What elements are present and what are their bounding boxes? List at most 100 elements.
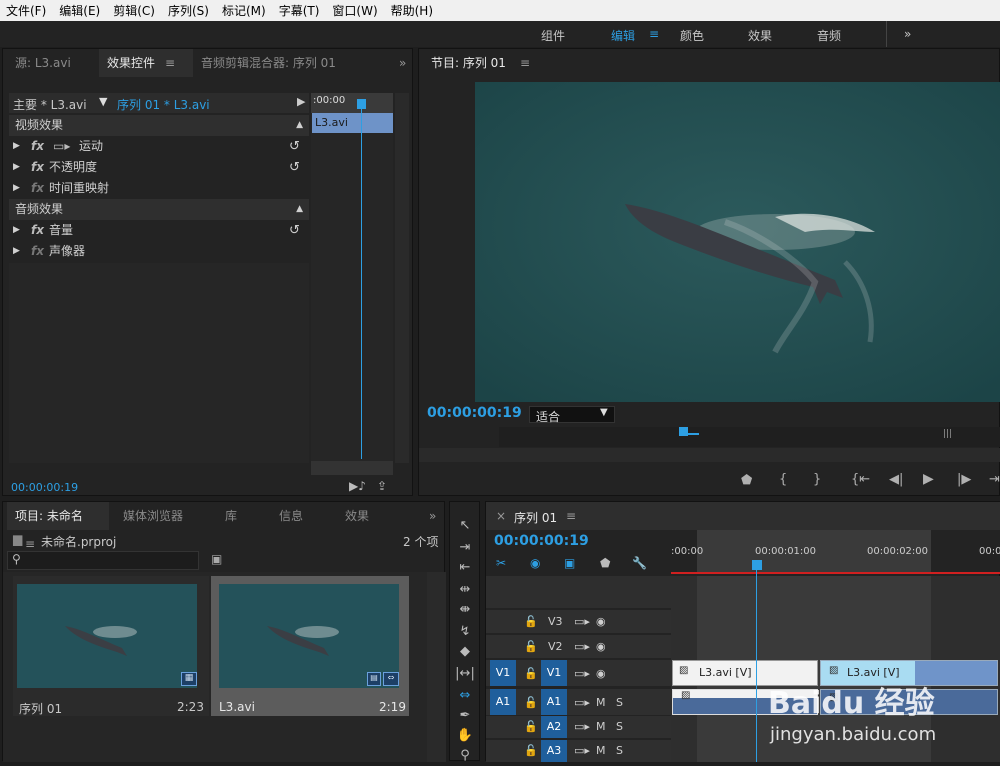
panel-more-icon[interactable]: » xyxy=(429,502,436,530)
effect-row-volume[interactable]: ▶ fx 音量 ↺ xyxy=(9,220,309,241)
program-timecode[interactable]: 00:00:00:19 xyxy=(427,405,522,421)
menu-item[interactable]: 编辑(E) xyxy=(59,2,100,19)
menu-item[interactable]: 窗口(W) xyxy=(332,2,377,19)
mute-button[interactable]: M xyxy=(596,744,606,757)
tab-info[interactable]: 信息 xyxy=(271,502,311,530)
rolling-edit-tool-icon[interactable]: ⇹ xyxy=(447,580,483,600)
menu-icon[interactable]: ≡ xyxy=(566,509,576,523)
timeline-title[interactable]: 序列 01 xyxy=(514,509,557,526)
effect-controls-timecode[interactable]: 00:00:00:19 xyxy=(11,481,78,494)
timeline-playhead-icon[interactable] xyxy=(752,560,762,570)
sync-icon[interactable]: ▭▸ xyxy=(574,615,590,628)
zoom-scrollbar[interactable] xyxy=(419,448,1000,462)
eye-icon[interactable]: ◉ xyxy=(596,615,606,628)
expand-right-icon[interactable]: ▶ xyxy=(297,95,305,108)
go-to-in-icon[interactable]: {⇤ xyxy=(851,472,870,487)
audio-effects-section[interactable]: 音频效果 ▲ xyxy=(9,199,309,220)
timeline-ruler[interactable]: :00:00 00:00:01:00 00:00:02:00 00:0 xyxy=(671,530,1000,574)
master-clip-label[interactable]: 主要 * L3.avi xyxy=(13,96,87,113)
lock-icon[interactable]: 🔓 xyxy=(524,720,538,733)
menu-item[interactable]: 帮助(H) xyxy=(391,2,433,19)
solo-button[interactable]: S xyxy=(616,744,623,757)
tab-libraries[interactable]: 库 xyxy=(217,502,245,530)
reset-icon[interactable]: ↺ xyxy=(289,136,300,157)
export-icon[interactable]: ⇪ xyxy=(377,479,387,493)
sync-icon[interactable]: ▭▸ xyxy=(574,667,590,680)
close-icon[interactable]: × xyxy=(496,509,506,523)
mute-button[interactable]: M xyxy=(596,720,606,733)
add-marker-icon[interactable]: ▣ xyxy=(564,556,575,570)
effect-row-opacity[interactable]: ▶ fx 不透明度 ↺ xyxy=(9,157,309,178)
track-label[interactable]: V3 xyxy=(548,615,563,628)
slip-tool-icon[interactable]: ↯ xyxy=(447,622,483,642)
track-select-tool-icon[interactable]: ⇥ xyxy=(447,538,483,558)
track-target-v1[interactable]: V1 xyxy=(541,660,567,686)
ripple-edit-tool-icon[interactable]: ⇤ xyxy=(447,558,483,578)
go-to-out-icon[interactable]: ⇥ xyxy=(989,472,1000,487)
tab-source[interactable]: 源: L3.avi xyxy=(7,49,79,77)
horizontal-scrollbar[interactable] xyxy=(311,461,393,475)
marker-icon[interactable]: ⬟ xyxy=(600,556,610,570)
tab-project[interactable]: 项目: 未命名≡ xyxy=(7,502,109,551)
timeline-timecode[interactable]: 00:00:00:19 xyxy=(494,533,589,549)
zoom-tool-icon[interactable]: ⚲ xyxy=(447,746,483,766)
workspace-color[interactable]: 颜色 xyxy=(680,27,704,44)
search-input[interactable]: ⚲ xyxy=(7,551,199,570)
track-target-a2[interactable]: A2 xyxy=(541,716,567,738)
lock-icon[interactable]: 🔓 xyxy=(524,667,538,680)
workspace-editing[interactable]: 编辑 xyxy=(611,27,635,44)
workspace-audio[interactable]: 音频 xyxy=(817,27,841,44)
mini-playhead-icon[interactable] xyxy=(357,99,366,109)
vertical-scrollbar[interactable] xyxy=(395,93,409,463)
mini-clip[interactable]: L3.avi xyxy=(312,113,393,133)
fit-dropdown[interactable]: 适合 ▼ xyxy=(529,406,615,424)
reset-icon[interactable]: ↺ xyxy=(289,157,300,178)
workspace-more-icon[interactable]: » xyxy=(904,27,911,41)
hand-tool-icon[interactable]: ✋ xyxy=(447,726,483,746)
mark-in-icon[interactable]: { xyxy=(779,472,787,487)
program-time-ruler[interactable]: ||| xyxy=(499,427,1000,447)
lock-icon[interactable]: 🔓 xyxy=(524,744,538,757)
slide-tool-icon[interactable]: |↔| xyxy=(447,664,483,684)
menu-item[interactable]: 序列(S) xyxy=(168,2,209,19)
lock-icon[interactable]: 🔓 xyxy=(524,615,538,628)
solo-button[interactable]: S xyxy=(616,696,623,709)
effect-row-motion[interactable]: ▶ fx ▭▸ 运动 ↺ xyxy=(9,136,309,157)
sequence-clip-label[interactable]: 序列 01 * L3.avi xyxy=(117,96,210,113)
tab-media-browser[interactable]: 媒体浏览器 xyxy=(115,502,191,530)
pen-tool-icon[interactable]: ✒ xyxy=(447,706,483,726)
sync-icon[interactable]: ▭▸ xyxy=(574,720,590,733)
workspace-effects[interactable]: 效果 xyxy=(748,27,772,44)
track-target-a3[interactable]: A3 xyxy=(541,740,567,762)
selection-tool-icon[interactable]: ↖ xyxy=(447,516,483,536)
menu-item[interactable]: 字幕(T) xyxy=(279,2,320,19)
marker-icon[interactable]: ⬟ xyxy=(741,473,752,488)
sync-icon[interactable]: ▭▸ xyxy=(574,744,590,757)
solo-button[interactable]: S xyxy=(616,720,623,733)
eye-icon[interactable]: ◉ xyxy=(596,667,606,680)
play-audio-icon[interactable]: ▶♪ xyxy=(349,479,366,493)
razor-tool-icon[interactable]: ◆ xyxy=(447,642,483,662)
tab-effects[interactable]: 效果 xyxy=(337,502,377,530)
panel-more-icon[interactable]: » xyxy=(399,49,406,77)
project-item-sequence[interactable]: ▦ 序列 01 2:23 xyxy=(13,576,209,716)
slide-tool-active-icon[interactable]: ⇔ xyxy=(447,686,483,706)
sync-icon[interactable]: ▭▸ xyxy=(574,696,590,709)
tab-effect-controls[interactable]: 效果控件 ≡ xyxy=(99,49,193,77)
linked-selection-icon[interactable]: ◉ xyxy=(530,556,540,570)
snap-icon[interactable]: ✂ xyxy=(496,556,506,570)
mark-out-icon[interactable]: } xyxy=(813,472,821,487)
settings-wrench-icon[interactable]: 🔧 xyxy=(632,556,647,570)
video-effects-section[interactable]: 视频效果 ▲ xyxy=(9,115,309,136)
video-frame[interactable] xyxy=(475,82,1000,402)
vertical-scrollbar[interactable] xyxy=(427,572,446,762)
track-target-a1[interactable]: A1 xyxy=(541,689,567,715)
step-back-icon[interactable]: ◀| xyxy=(889,472,903,487)
source-patch-v1[interactable]: V1 xyxy=(490,660,516,686)
eye-icon[interactable]: ◉ xyxy=(596,640,606,653)
tab-audio-clip-mixer[interactable]: 音频剪辑混合器: 序列 01 xyxy=(193,49,344,77)
reset-icon[interactable]: ↺ xyxy=(289,220,300,241)
effect-row-time-remap[interactable]: ▶ fx 时间重映射 xyxy=(9,178,309,199)
project-item-clip[interactable]: ▤ ⇔ L3.avi 2:19 xyxy=(211,576,409,716)
lock-icon[interactable]: 🔓 xyxy=(524,696,538,709)
